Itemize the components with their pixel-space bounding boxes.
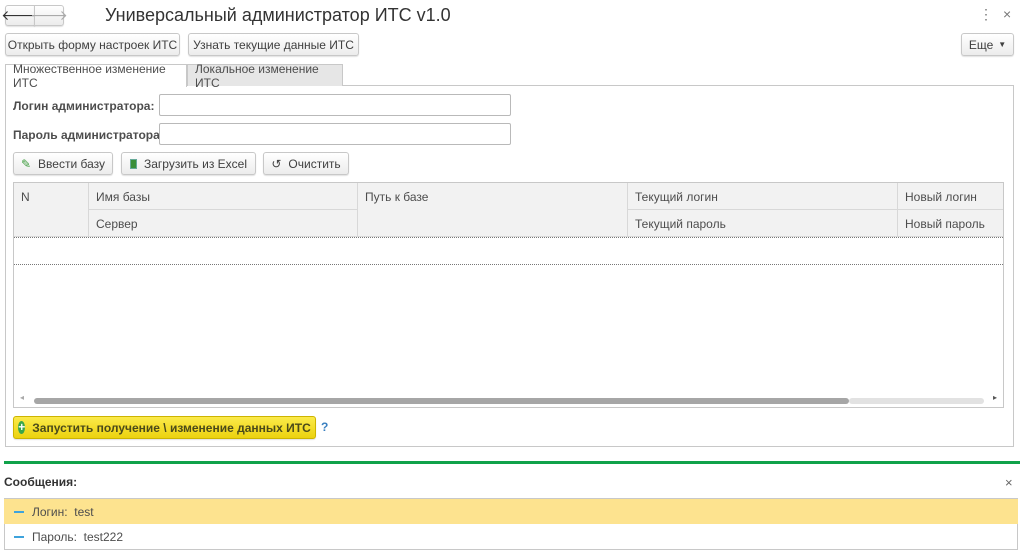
message-key: Логин:	[32, 504, 68, 519]
clear-label: Очистить	[288, 156, 341, 171]
bases-table[interactable]: N Имя базы Сервер Путь к базе Текущий ло…	[13, 182, 1004, 408]
col-n[interactable]: N	[14, 183, 89, 237]
row-separator	[14, 264, 1003, 265]
scroll-right-icon[interactable]: ▸	[993, 393, 997, 402]
open-settings-button[interactable]: Открыть форму настроек ИТС	[5, 33, 180, 56]
message-key: Пароль:	[32, 529, 77, 544]
load-excel-label: Загрузить из Excel	[143, 156, 247, 171]
message-item[interactable]: Пароль: test222	[4, 524, 1018, 549]
more-button[interactable]: Еще ▼	[961, 33, 1014, 56]
close-icon[interactable]: ×	[1003, 6, 1011, 22]
messages-divider	[4, 461, 1020, 464]
col-current-login[interactable]: Текущий логин	[628, 183, 898, 210]
password-label: Пароль администратора:	[13, 128, 164, 142]
more-label: Еще	[968, 37, 994, 52]
excel-icon	[130, 158, 137, 169]
arrow-right-icon: 🡒	[30, 7, 68, 23]
scrollbar-thumb[interactable]	[34, 398, 849, 404]
col-path[interactable]: Путь к базе	[358, 183, 628, 237]
chevron-down-icon: ▼	[998, 40, 1007, 49]
load-excel-button[interactable]: Загрузить из Excel	[121, 152, 256, 175]
row-separator	[14, 237, 1003, 238]
more-vert-icon[interactable]: ⋮	[979, 6, 993, 23]
horizontal-scrollbar[interactable]: ◂ ▸	[14, 393, 1003, 407]
enter-base-button[interactable]: ✎ Ввести базу	[13, 152, 113, 175]
forward-button[interactable]: 🡒	[30, 5, 68, 26]
plus-circle-icon: +	[18, 420, 26, 434]
pencil-icon: ✎	[20, 156, 32, 171]
dash-icon	[14, 510, 24, 513]
col-server[interactable]: Сервер	[89, 210, 358, 237]
login-label: Логин администратора:	[13, 99, 155, 113]
scroll-left-icon[interactable]: ◂	[20, 393, 24, 402]
message-value: test	[74, 504, 94, 519]
window-title: Универсальный администратор ИТС v1.0	[105, 5, 451, 25]
col-new-login[interactable]: Новый логин	[898, 183, 1003, 210]
history-icon: ↺	[271, 156, 282, 171]
col-base-name[interactable]: Имя базы	[89, 183, 358, 210]
login-input[interactable]	[159, 94, 511, 116]
messages-close-icon[interactable]: ×	[1005, 475, 1013, 490]
run-label: Запустить получение \ изменение данных И…	[32, 420, 311, 435]
enter-base-label: Ввести базу	[38, 156, 106, 171]
run-button[interactable]: + Запустить получение \ изменение данных …	[13, 416, 316, 439]
col-current-password[interactable]: Текущий пароль	[628, 210, 898, 237]
tab-local[interactable]: Локальное изменение ИТС	[187, 62, 343, 90]
tab-multiple[interactable]: Множественное изменение ИТС	[5, 62, 187, 90]
messages-title: Сообщения:	[4, 475, 78, 489]
message-value: test222	[83, 529, 124, 544]
password-input[interactable]	[159, 123, 511, 145]
help-link[interactable]: ?	[321, 420, 328, 434]
message-item[interactable]: Логин: test	[4, 499, 1018, 524]
col-new-password[interactable]: Новый пароль	[898, 210, 1003, 237]
get-current-data-button[interactable]: Узнать текущие данные ИТС	[188, 33, 359, 56]
scrollbar-track	[849, 398, 984, 404]
dash-icon	[14, 535, 24, 538]
clear-button[interactable]: ↺ Очистить	[263, 152, 349, 175]
